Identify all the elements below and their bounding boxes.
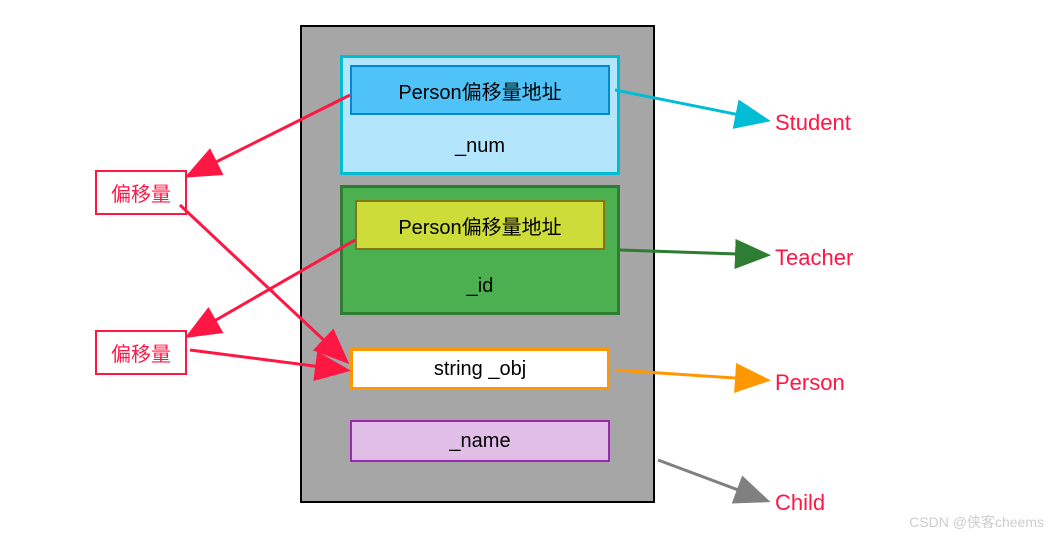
watermark-text: CSDN @侠客cheems xyxy=(909,512,1044,532)
offset-label-2: 偏移量 xyxy=(95,330,187,375)
teacher-inner-label: Person偏移量地址 xyxy=(398,211,561,240)
arrow-to-child-label xyxy=(658,460,765,500)
child-member-block: _name xyxy=(350,420,610,462)
class-label-student: Student xyxy=(775,110,851,136)
teacher-member-label: _id xyxy=(340,275,620,298)
offset-text-2: 偏移量 xyxy=(111,344,171,366)
student-inner-label: Person偏移量地址 xyxy=(398,76,561,105)
class-label-child: Child xyxy=(775,490,825,516)
offset-label-1: 偏移量 xyxy=(95,170,187,215)
offset-text-1: 偏移量 xyxy=(111,184,171,206)
student-offset-address: Person偏移量地址 xyxy=(350,65,610,115)
student-member-label: _num xyxy=(340,135,620,158)
person-member-label: string _obj xyxy=(434,358,526,381)
teacher-offset-address: Person偏移量地址 xyxy=(355,200,605,250)
class-label-teacher: Teacher xyxy=(775,245,853,271)
person-member-block: string _obj xyxy=(350,348,610,390)
class-label-person: Person xyxy=(775,370,845,396)
child-member-label: _name xyxy=(449,430,510,453)
